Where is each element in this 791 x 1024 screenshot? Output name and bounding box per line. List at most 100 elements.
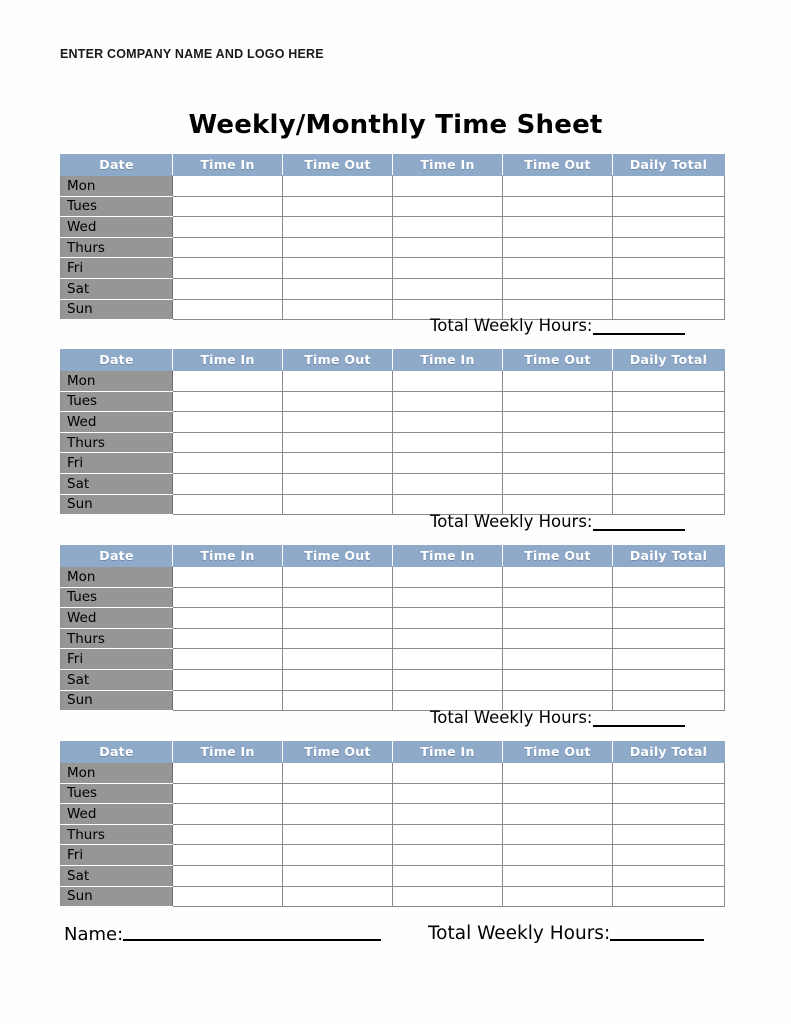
- entry-cell-daily-total-5[interactable]: [612, 668, 725, 691]
- entry-cell-time-in-3[interactable]: [392, 257, 503, 279]
- entry-cell-time-in-1[interactable]: [172, 648, 283, 670]
- entry-cell-time-in-3[interactable]: [392, 864, 503, 887]
- entry-cell-daily-total-5[interactable]: [612, 277, 725, 300]
- entry-cell-time-in-3[interactable]: [392, 195, 503, 218]
- entry-cell-time-in-3[interactable]: [392, 803, 503, 825]
- entry-cell-daily-total-5[interactable]: [612, 627, 725, 650]
- entry-cell-time-in-3[interactable]: [392, 236, 503, 259]
- entry-cell-time-out-4[interactable]: [502, 885, 613, 908]
- entry-cell-time-out-2[interactable]: [282, 844, 393, 866]
- entry-cell-daily-total-5[interactable]: [612, 762, 725, 784]
- entry-cell-time-out-2[interactable]: [282, 762, 393, 784]
- entry-cell-time-in-3[interactable]: [392, 566, 503, 588]
- footer-total-rule[interactable]: [610, 938, 705, 941]
- entry-cell-time-out-4[interactable]: [502, 668, 613, 691]
- entry-cell-time-out-2[interactable]: [282, 782, 393, 805]
- entry-cell-time-in-1[interactable]: [172, 298, 283, 321]
- entry-cell-time-out-4[interactable]: [502, 803, 613, 825]
- entry-cell-daily-total-5[interactable]: [612, 844, 725, 866]
- entry-cell-daily-total-5[interactable]: [612, 493, 725, 516]
- entry-cell-time-out-2[interactable]: [282, 257, 393, 279]
- entry-cell-time-in-3[interactable]: [392, 175, 503, 197]
- entry-cell-daily-total-5[interactable]: [612, 390, 725, 413]
- entry-cell-daily-total-5[interactable]: [612, 648, 725, 670]
- entry-cell-time-in-1[interactable]: [172, 216, 283, 238]
- entry-cell-time-in-1[interactable]: [172, 823, 283, 846]
- entry-cell-time-out-4[interactable]: [502, 586, 613, 609]
- entry-cell-time-in-1[interactable]: [172, 762, 283, 784]
- entry-cell-time-in-1[interactable]: [172, 627, 283, 650]
- entry-cell-time-in-3[interactable]: [392, 472, 503, 495]
- entry-cell-time-out-4[interactable]: [502, 390, 613, 413]
- entry-cell-time-in-1[interactable]: [172, 236, 283, 259]
- entry-cell-time-in-3[interactable]: [392, 762, 503, 784]
- entry-cell-time-out-2[interactable]: [282, 195, 393, 218]
- name-field-rule[interactable]: [123, 939, 382, 941]
- entry-cell-time-out-4[interactable]: [502, 411, 613, 433]
- entry-cell-daily-total-5[interactable]: [612, 216, 725, 238]
- entry-cell-time-out-4[interactable]: [502, 566, 613, 588]
- entry-cell-time-out-2[interactable]: [282, 236, 393, 259]
- entry-cell-time-in-1[interactable]: [172, 452, 283, 474]
- entry-cell-time-out-2[interactable]: [282, 586, 393, 609]
- entry-cell-daily-total-5[interactable]: [612, 298, 725, 321]
- entry-cell-time-in-1[interactable]: [172, 607, 283, 629]
- entry-cell-time-out-2[interactable]: [282, 864, 393, 887]
- entry-cell-time-in-3[interactable]: [392, 782, 503, 805]
- entry-cell-time-out-2[interactable]: [282, 390, 393, 413]
- entry-cell-time-out-2[interactable]: [282, 885, 393, 908]
- entry-cell-time-out-4[interactable]: [502, 236, 613, 259]
- entry-cell-time-in-1[interactable]: [172, 493, 283, 516]
- entry-cell-time-in-1[interactable]: [172, 257, 283, 279]
- entry-cell-daily-total-5[interactable]: [612, 864, 725, 887]
- entry-cell-time-out-2[interactable]: [282, 472, 393, 495]
- entry-cell-time-out-2[interactable]: [282, 803, 393, 825]
- entry-cell-daily-total-5[interactable]: [612, 782, 725, 805]
- entry-cell-daily-total-5[interactable]: [612, 411, 725, 433]
- entry-cell-time-in-3[interactable]: [392, 844, 503, 866]
- entry-cell-time-in-3[interactable]: [392, 277, 503, 300]
- entry-cell-time-in-1[interactable]: [172, 844, 283, 866]
- total-weekly-hours-rule[interactable]: [593, 724, 686, 727]
- entry-cell-time-out-2[interactable]: [282, 216, 393, 238]
- total-weekly-hours-rule[interactable]: [593, 528, 686, 531]
- entry-cell-time-in-1[interactable]: [172, 195, 283, 218]
- entry-cell-time-out-4[interactable]: [502, 452, 613, 474]
- entry-cell-time-in-1[interactable]: [172, 668, 283, 691]
- entry-cell-time-in-1[interactable]: [172, 277, 283, 300]
- entry-cell-time-out-4[interactable]: [502, 782, 613, 805]
- entry-cell-time-in-1[interactable]: [172, 411, 283, 433]
- entry-cell-time-out-4[interactable]: [502, 648, 613, 670]
- entry-cell-time-in-3[interactable]: [392, 648, 503, 670]
- entry-cell-time-out-2[interactable]: [282, 298, 393, 321]
- entry-cell-time-out-4[interactable]: [502, 762, 613, 784]
- entry-cell-time-in-3[interactable]: [392, 216, 503, 238]
- entry-cell-daily-total-5[interactable]: [612, 607, 725, 629]
- entry-cell-daily-total-5[interactable]: [612, 195, 725, 218]
- entry-cell-time-in-1[interactable]: [172, 175, 283, 197]
- entry-cell-time-in-1[interactable]: [172, 689, 283, 712]
- entry-cell-time-out-4[interactable]: [502, 370, 613, 392]
- entry-cell-daily-total-5[interactable]: [612, 370, 725, 392]
- entry-cell-daily-total-5[interactable]: [612, 431, 725, 454]
- entry-cell-time-in-3[interactable]: [392, 668, 503, 691]
- entry-cell-time-out-4[interactable]: [502, 431, 613, 454]
- entry-cell-time-in-3[interactable]: [392, 823, 503, 846]
- entry-cell-time-in-1[interactable]: [172, 864, 283, 887]
- total-weekly-hours-2[interactable]: Total Weekly Hours:: [430, 513, 686, 531]
- entry-cell-daily-total-5[interactable]: [612, 566, 725, 588]
- entry-cell-time-out-4[interactable]: [502, 175, 613, 197]
- footer-total-weekly-hours[interactable]: Total Weekly Hours:: [428, 924, 705, 944]
- entry-cell-time-out-2[interactable]: [282, 452, 393, 474]
- entry-cell-time-in-3[interactable]: [392, 586, 503, 609]
- entry-cell-time-in-3[interactable]: [392, 411, 503, 433]
- entry-cell-time-out-2[interactable]: [282, 627, 393, 650]
- entry-cell-time-in-3[interactable]: [392, 627, 503, 650]
- entry-cell-time-in-3[interactable]: [392, 607, 503, 629]
- entry-cell-daily-total-5[interactable]: [612, 472, 725, 495]
- company-name-placeholder[interactable]: ENTER COMPANY NAME AND LOGO HERE: [60, 47, 324, 61]
- entry-cell-time-out-2[interactable]: [282, 370, 393, 392]
- entry-cell-time-in-1[interactable]: [172, 390, 283, 413]
- entry-cell-time-in-3[interactable]: [392, 370, 503, 392]
- entry-cell-daily-total-5[interactable]: [612, 452, 725, 474]
